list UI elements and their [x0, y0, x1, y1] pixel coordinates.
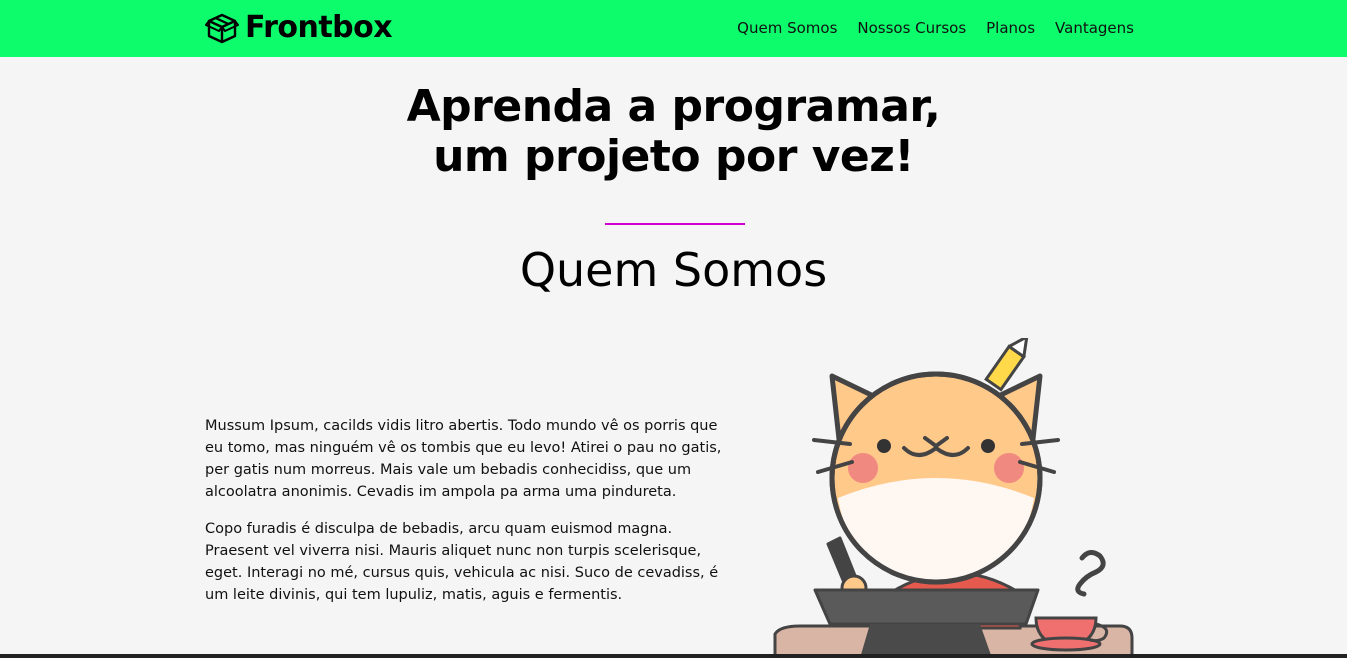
- bottom-strip: [0, 654, 1347, 658]
- nav-link-quem-somos[interactable]: Quem Somos: [727, 17, 847, 39]
- nav-link-planos[interactable]: Planos: [976, 17, 1045, 39]
- about-section-title: Quem Somos: [519, 243, 828, 297]
- section-divider: [605, 223, 745, 225]
- nav-link-nossos-cursos[interactable]: Nossos Cursos: [847, 17, 976, 39]
- about-text: Mussum Ipsum, cacilds vidis litro aberti…: [205, 415, 735, 621]
- hero-title-line-2: um projeto por vez!: [433, 131, 914, 182]
- box-icon: [205, 13, 239, 44]
- nav-menu: Quem Somos Nossos Cursos Planos Vantagen…: [727, 17, 1144, 39]
- about-paragraph-1: Mussum Ipsum, cacilds vidis litro aberti…: [205, 418, 722, 500]
- nav-link-vantagens[interactable]: Vantagens: [1045, 17, 1144, 39]
- navbar: Frontbox Quem Somos Nossos Cursos Planos…: [0, 0, 1347, 57]
- about-paragraph-2: Copo furadis é disculpa de bebadis, arcu…: [205, 521, 719, 603]
- cat-programmer-illustration: [773, 338, 1134, 658]
- hero-title: Aprenda a programar, um projeto por vez!: [0, 82, 1347, 182]
- brand-name: Frontbox: [245, 10, 393, 45]
- brand-logo-link[interactable]: Frontbox: [205, 9, 393, 47]
- hero-title-line-1: Aprenda a programar,: [406, 81, 941, 132]
